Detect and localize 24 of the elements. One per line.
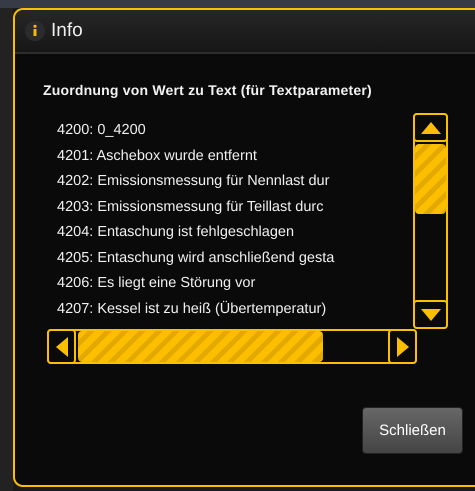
scroll-up-button[interactable] [413,113,448,142]
list-item[interactable]: 4204: Entaschung ist fehlgeschlagen [57,222,413,248]
list-item[interactable]: 4203: Emissionsmessung für Teillast durc [57,196,413,222]
horizontal-scrollbar[interactable] [47,329,417,364]
scroll-left-button[interactable] [47,329,76,364]
list-item[interactable]: 4201: Aschebox wurde entfernt [57,146,413,171]
heading: Zuordnung von Wert zu Text (für Textparameter) [43,82,373,98]
vertical-scrollbar[interactable] [413,113,448,329]
info-icon [25,21,45,41]
triangle-right-icon [396,336,408,356]
list-item[interactable]: 4205: Entaschung wird anschließend gesta [57,248,413,273]
scroll-thumb[interactable] [78,331,323,362]
scroll-right-button[interactable] [388,329,417,364]
triangle-left-icon [56,336,68,356]
list-item[interactable]: 4206: Es liegt eine Störung vor [57,273,413,298]
window-title: Info [51,20,83,42]
scroll-thumb[interactable] [415,144,446,214]
list-item[interactable]: 4207: Kessel ist zu heiß (Übertemperatur) [57,298,413,324]
list-item[interactable]: 4202: Emissionsmessung für Nennlast dur [57,171,413,196]
close-button[interactable]: Schließen [362,407,463,454]
scroll-down-button[interactable] [413,300,448,329]
triangle-up-icon [420,122,440,134]
triangle-down-icon [420,308,440,320]
list-item[interactable]: 4200: 0_4200 [57,120,413,146]
